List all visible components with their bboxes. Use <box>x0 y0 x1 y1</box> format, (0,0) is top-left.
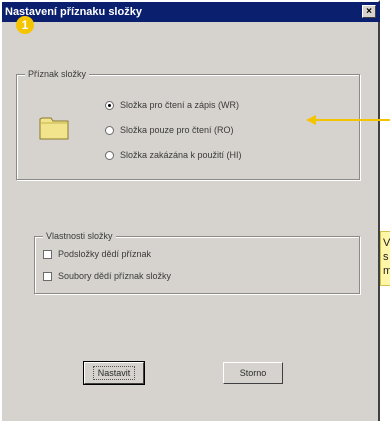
flag-group-title: Příznak složky <box>25 67 90 81</box>
option-read-write[interactable]: Složka pro čtení a zápis (WR) <box>105 100 239 110</box>
option-files-inherit-label: Soubory dědí příznak složky <box>58 271 172 281</box>
note-line: V <box>383 237 390 249</box>
option-subfolders-inherit[interactable]: Podsložky dědí příznak <box>43 249 151 259</box>
option-subfolders-inherit-label: Podsložky dědí příznak <box>58 249 152 259</box>
folder-icon <box>39 117 69 140</box>
option-hidden[interactable]: Složka zakázána k použití (HI) <box>105 150 242 160</box>
option-files-inherit[interactable]: Soubory dědí příznak složky <box>43 271 171 281</box>
set-button[interactable]: Nastavit <box>83 361 145 385</box>
annotation-note-text: V s m <box>383 236 390 278</box>
annotation-note: V s m <box>380 231 390 286</box>
note-line: m <box>383 264 390 278</box>
radio-hidden[interactable] <box>105 150 114 160</box>
option-read-only-label: Složka pouze pro čtení (RO) <box>120 125 234 135</box>
flag-group: Příznak složky Složka pro čtení a zápis … <box>16 67 360 180</box>
set-button-label: Nastavit <box>92 366 136 380</box>
close-icon: × <box>366 6 372 17</box>
close-button[interactable]: × <box>362 5 376 18</box>
properties-group: Vlastnosti složky Podsložky dědí příznak… <box>34 229 360 294</box>
radio-read-write[interactable] <box>105 100 114 110</box>
checkbox-files-inherit[interactable] <box>43 271 52 281</box>
title-bar[interactable]: Nastavení příznaku složky × <box>2 2 380 22</box>
callout-arrow <box>306 115 390 125</box>
checkbox-subfolders-inherit[interactable] <box>43 249 52 259</box>
step-number-badge: 1 <box>16 16 34 34</box>
option-hidden-label: Složka zakázána k použití (HI) <box>120 150 242 160</box>
option-read-write-label: Složka pro čtení a zápis (WR) <box>120 100 240 110</box>
note-line: s <box>383 251 389 263</box>
cancel-button-label: Storno <box>239 368 267 378</box>
option-read-only[interactable]: Složka pouze pro čtení (RO) <box>105 125 234 135</box>
dialog-window: Nastavení příznaku složky × 1 Příznak sl… <box>0 0 380 421</box>
properties-group-title: Vlastnosti složky <box>43 229 116 243</box>
radio-read-only[interactable] <box>105 125 114 135</box>
cancel-button[interactable]: Storno <box>223 362 283 384</box>
